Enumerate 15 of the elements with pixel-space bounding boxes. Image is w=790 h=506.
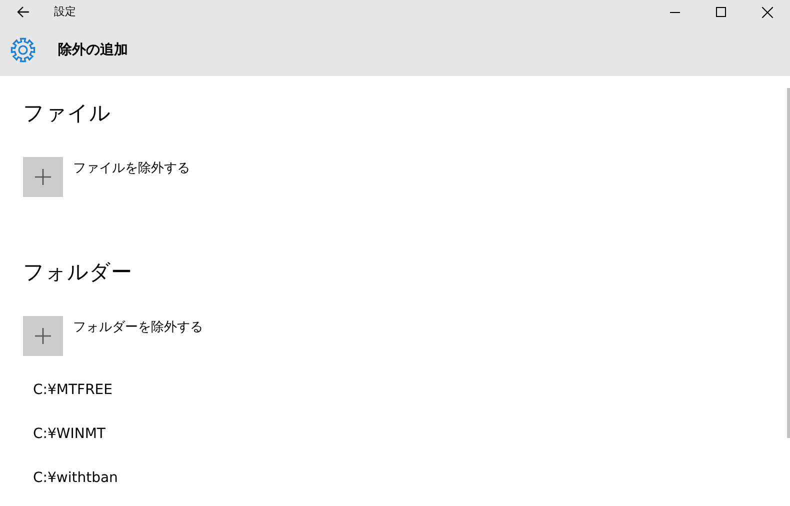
back-arrow-icon [16,6,30,18]
plus-icon [35,169,51,185]
folder-path[interactable]: C:¥MTFREE [33,382,113,398]
section-heading: フォルダー [23,261,132,284]
folder-path[interactable]: C:¥WINMT [33,426,106,442]
window-title: 設定 [54,4,76,20]
add-label[interactable]: フォルダーを除外する [73,318,203,338]
maximize-icon [716,7,726,17]
add-label[interactable]: ファイルを除外する [73,159,190,178]
plus-icon [35,328,51,344]
folder-path[interactable]: C:¥withtban [33,470,118,486]
section-heading: ファイル [23,102,111,126]
page-title: 除外の追加 [58,40,128,60]
close-icon [762,6,772,18]
settings-icon [10,37,36,63]
